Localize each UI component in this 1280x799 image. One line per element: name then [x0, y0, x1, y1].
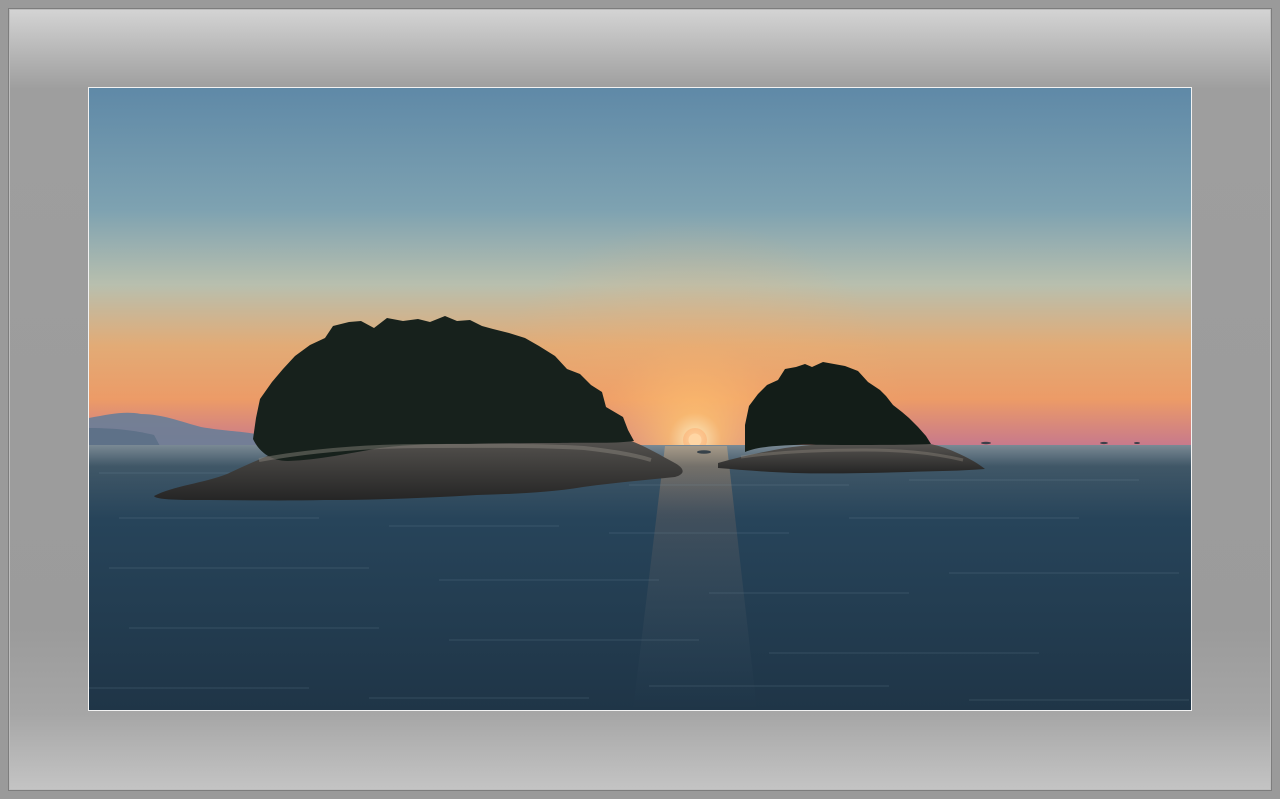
picture-frame [0, 0, 1280, 799]
sunset-seascape [89, 88, 1191, 710]
photo [88, 87, 1192, 711]
